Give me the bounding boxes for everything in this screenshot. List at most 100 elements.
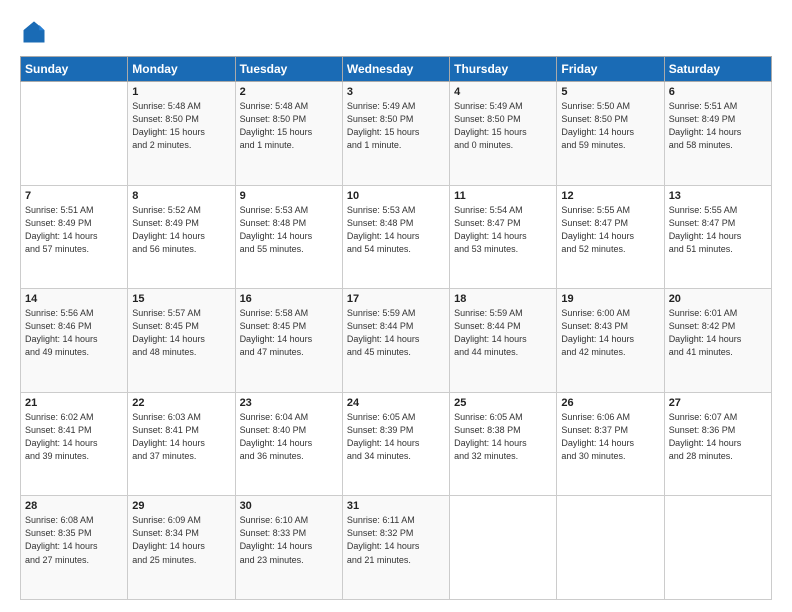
day-number: 5 <box>561 86 659 98</box>
day-number: 24 <box>347 397 445 409</box>
day-info: Sunrise: 5:54 AM Sunset: 8:47 PM Dayligh… <box>454 204 552 256</box>
day-info: Sunrise: 5:57 AM Sunset: 8:45 PM Dayligh… <box>132 307 230 359</box>
day-info: Sunrise: 5:55 AM Sunset: 8:47 PM Dayligh… <box>561 204 659 256</box>
day-number: 15 <box>132 293 230 305</box>
weekday-header: Tuesday <box>235 57 342 82</box>
day-info: Sunrise: 6:07 AM Sunset: 8:36 PM Dayligh… <box>669 411 767 463</box>
calendar-cell: 3 Sunrise: 5:49 AM Sunset: 8:50 PM Daylig… <box>342 82 449 186</box>
day-info: Sunrise: 6:03 AM Sunset: 8:41 PM Dayligh… <box>132 411 230 463</box>
day-info: Sunrise: 5:52 AM Sunset: 8:49 PM Dayligh… <box>132 204 230 256</box>
day-info: Sunrise: 5:50 AM Sunset: 8:50 PM Dayligh… <box>561 100 659 152</box>
day-number: 3 <box>347 86 445 98</box>
calendar-cell <box>450 496 557 600</box>
day-info: Sunrise: 5:59 AM Sunset: 8:44 PM Dayligh… <box>347 307 445 359</box>
calendar-cell: 17 Sunrise: 5:59 AM Sunset: 8:44 PM Dayli… <box>342 289 449 393</box>
day-info: Sunrise: 5:49 AM Sunset: 8:50 PM Dayligh… <box>347 100 445 152</box>
day-number: 10 <box>347 190 445 202</box>
day-info: Sunrise: 5:53 AM Sunset: 8:48 PM Dayligh… <box>240 204 338 256</box>
calendar-week-row: 7 Sunrise: 5:51 AM Sunset: 8:49 PM Daylig… <box>21 185 772 289</box>
day-info: Sunrise: 5:48 AM Sunset: 8:50 PM Dayligh… <box>132 100 230 152</box>
calendar-cell: 4 Sunrise: 5:49 AM Sunset: 8:50 PM Daylig… <box>450 82 557 186</box>
weekday-header: Monday <box>128 57 235 82</box>
day-number: 2 <box>240 86 338 98</box>
day-info: Sunrise: 5:58 AM Sunset: 8:45 PM Dayligh… <box>240 307 338 359</box>
calendar-cell: 12 Sunrise: 5:55 AM Sunset: 8:47 PM Dayli… <box>557 185 664 289</box>
weekday-header: Friday <box>557 57 664 82</box>
calendar-cell: 8 Sunrise: 5:52 AM Sunset: 8:49 PM Daylig… <box>128 185 235 289</box>
day-info: Sunrise: 5:53 AM Sunset: 8:48 PM Dayligh… <box>347 204 445 256</box>
calendar-cell: 1 Sunrise: 5:48 AM Sunset: 8:50 PM Daylig… <box>128 82 235 186</box>
calendar-cell: 27Sunrise: 6:07 AM Sunset: 8:36 PM Dayli… <box>664 392 771 496</box>
day-info: Sunrise: 5:51 AM Sunset: 8:49 PM Dayligh… <box>25 204 123 256</box>
page-header <box>20 18 772 46</box>
day-info: Sunrise: 6:08 AM Sunset: 8:35 PM Dayligh… <box>25 514 123 566</box>
calendar-cell: 24 Sunrise: 6:05 AM Sunset: 8:39 PM Dayli… <box>342 392 449 496</box>
day-number: 4 <box>454 86 552 98</box>
day-info: Sunrise: 6:11 AM Sunset: 8:32 PM Dayligh… <box>347 514 445 566</box>
day-info: Sunrise: 6:04 AM Sunset: 8:40 PM Dayligh… <box>240 411 338 463</box>
day-number: 12 <box>561 190 659 202</box>
calendar-week-row: 14Sunrise: 5:56 AM Sunset: 8:46 PM Dayli… <box>21 289 772 393</box>
calendar-cell: 18 Sunrise: 5:59 AM Sunset: 8:44 PM Dayli… <box>450 289 557 393</box>
weekday-header: Sunday <box>21 57 128 82</box>
calendar-cell: 22 Sunrise: 6:03 AM Sunset: 8:41 PM Dayli… <box>128 392 235 496</box>
calendar-cell: 26 Sunrise: 6:06 AM Sunset: 8:37 PM Dayli… <box>557 392 664 496</box>
day-info: Sunrise: 6:05 AM Sunset: 8:39 PM Dayligh… <box>347 411 445 463</box>
day-number: 20 <box>669 293 767 305</box>
calendar-cell: 28 Sunrise: 6:08 AM Sunset: 8:35 PM Dayli… <box>21 496 128 600</box>
calendar-header-row: SundayMondayTuesdayWednesdayThursdayFrid… <box>21 57 772 82</box>
day-number: 6 <box>669 86 767 98</box>
weekday-header: Wednesday <box>342 57 449 82</box>
calendar-week-row: 28 Sunrise: 6:08 AM Sunset: 8:35 PM Dayli… <box>21 496 772 600</box>
logo-icon <box>20 18 48 46</box>
calendar-cell: 2 Sunrise: 5:48 AM Sunset: 8:50 PM Daylig… <box>235 82 342 186</box>
calendar-cell: 10 Sunrise: 5:53 AM Sunset: 8:48 PM Dayli… <box>342 185 449 289</box>
day-info: Sunrise: 5:56 AM Sunset: 8:46 PM Dayligh… <box>25 307 123 359</box>
day-number: 26 <box>561 397 659 409</box>
calendar-cell: 13 Sunrise: 5:55 AM Sunset: 8:47 PM Dayli… <box>664 185 771 289</box>
day-number: 1 <box>132 86 230 98</box>
calendar-cell: 11 Sunrise: 5:54 AM Sunset: 8:47 PM Dayli… <box>450 185 557 289</box>
day-info: Sunrise: 5:49 AM Sunset: 8:50 PM Dayligh… <box>454 100 552 152</box>
day-number: 13 <box>669 190 767 202</box>
calendar-cell: 6Sunrise: 5:51 AM Sunset: 8:49 PM Daylig… <box>664 82 771 186</box>
day-number: 21 <box>25 397 123 409</box>
day-number: 22 <box>132 397 230 409</box>
calendar-cell <box>557 496 664 600</box>
day-number: 8 <box>132 190 230 202</box>
weekday-header: Saturday <box>664 57 771 82</box>
day-number: 17 <box>347 293 445 305</box>
day-info: Sunrise: 6:09 AM Sunset: 8:34 PM Dayligh… <box>132 514 230 566</box>
calendar-cell <box>21 82 128 186</box>
calendar-week-row: 21Sunrise: 6:02 AM Sunset: 8:41 PM Dayli… <box>21 392 772 496</box>
day-number: 19 <box>561 293 659 305</box>
calendar-cell: 9Sunrise: 5:53 AM Sunset: 8:48 PM Daylig… <box>235 185 342 289</box>
day-info: Sunrise: 6:05 AM Sunset: 8:38 PM Dayligh… <box>454 411 552 463</box>
calendar-cell: 20 Sunrise: 6:01 AM Sunset: 8:42 PM Dayli… <box>664 289 771 393</box>
calendar-cell: 30 Sunrise: 6:10 AM Sunset: 8:33 PM Dayli… <box>235 496 342 600</box>
day-number: 29 <box>132 500 230 512</box>
calendar-cell: 5 Sunrise: 5:50 AM Sunset: 8:50 PM Daylig… <box>557 82 664 186</box>
calendar-cell: 7 Sunrise: 5:51 AM Sunset: 8:49 PM Daylig… <box>21 185 128 289</box>
calendar-cell: 23Sunrise: 6:04 AM Sunset: 8:40 PM Dayli… <box>235 392 342 496</box>
day-info: Sunrise: 6:00 AM Sunset: 8:43 PM Dayligh… <box>561 307 659 359</box>
day-number: 16 <box>240 293 338 305</box>
day-info: Sunrise: 5:55 AM Sunset: 8:47 PM Dayligh… <box>669 204 767 256</box>
day-number: 18 <box>454 293 552 305</box>
day-info: Sunrise: 5:48 AM Sunset: 8:50 PM Dayligh… <box>240 100 338 152</box>
calendar-table: SundayMondayTuesdayWednesdayThursdayFrid… <box>20 56 772 600</box>
day-info: Sunrise: 6:06 AM Sunset: 8:37 PM Dayligh… <box>561 411 659 463</box>
calendar-cell: 14Sunrise: 5:56 AM Sunset: 8:46 PM Dayli… <box>21 289 128 393</box>
day-info: Sunrise: 6:01 AM Sunset: 8:42 PM Dayligh… <box>669 307 767 359</box>
day-number: 11 <box>454 190 552 202</box>
calendar-cell <box>664 496 771 600</box>
calendar-cell: 19 Sunrise: 6:00 AM Sunset: 8:43 PM Dayli… <box>557 289 664 393</box>
weekday-header: Thursday <box>450 57 557 82</box>
calendar-cell: 16 Sunrise: 5:58 AM Sunset: 8:45 PM Dayli… <box>235 289 342 393</box>
day-number: 30 <box>240 500 338 512</box>
day-number: 28 <box>25 500 123 512</box>
day-info: Sunrise: 6:10 AM Sunset: 8:33 PM Dayligh… <box>240 514 338 566</box>
day-number: 7 <box>25 190 123 202</box>
day-info: Sunrise: 5:59 AM Sunset: 8:44 PM Dayligh… <box>454 307 552 359</box>
calendar-cell: 25Sunrise: 6:05 AM Sunset: 8:38 PM Dayli… <box>450 392 557 496</box>
